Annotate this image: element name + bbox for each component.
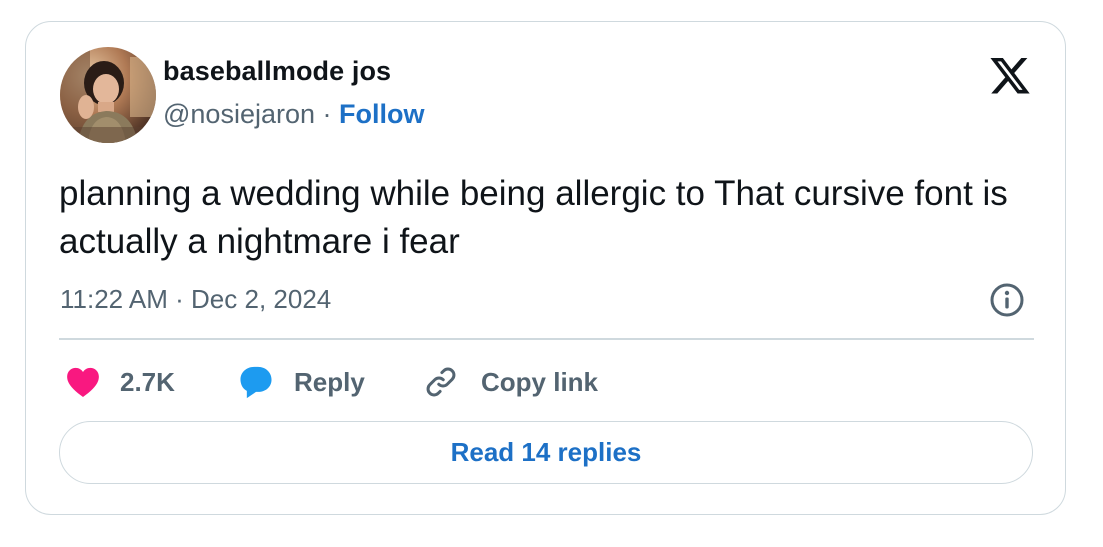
read-replies-button[interactable]: Read 14 replies xyxy=(59,421,1033,484)
link-icon xyxy=(426,367,456,397)
divider xyxy=(59,338,1034,340)
reply-button[interactable]: Reply xyxy=(238,362,365,402)
user-handle[interactable]: @nosiejaron xyxy=(163,99,315,129)
tweet-timestamp[interactable]: 11:22 AM · Dec 2, 2024 xyxy=(60,284,331,315)
follow-button[interactable]: Follow xyxy=(339,99,424,129)
like-button[interactable]: 2.7K xyxy=(66,362,175,402)
handle-separator: · xyxy=(315,99,339,129)
speech-bubble-icon xyxy=(240,366,272,399)
like-count: 2.7K xyxy=(120,366,175,397)
copy-link-button[interactable]: Copy link xyxy=(423,362,598,402)
avatar[interactable] xyxy=(60,47,156,143)
copy-link-label: Copy link xyxy=(481,366,599,397)
avatar-photo-icon xyxy=(60,47,156,143)
display-name[interactable]: baseballmode jos xyxy=(163,56,391,87)
handle-row: @nosiejaron · Follow xyxy=(163,99,424,130)
tweet-text: planning a wedding while being allergic … xyxy=(59,174,1008,261)
x-logo-icon[interactable] xyxy=(988,58,1032,98)
info-icon[interactable] xyxy=(989,282,1025,318)
heart-icon xyxy=(67,367,99,398)
reply-label: Reply xyxy=(294,366,365,397)
tweet-card: baseballmode jos @nosiejaron · Follow pl… xyxy=(25,21,1066,515)
